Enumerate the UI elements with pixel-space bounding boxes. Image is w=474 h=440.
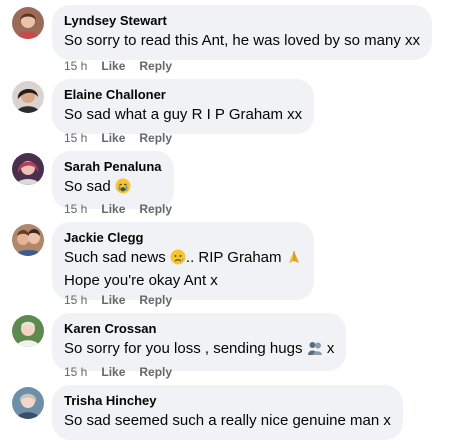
comment-bubble: Elaine Challoner So sad what a guy R I P… bbox=[52, 79, 315, 134]
like-button[interactable]: Like bbox=[101, 292, 125, 308]
reply-button[interactable]: Reply bbox=[139, 58, 172, 74]
comment-actions: 15 h Like Reply bbox=[64, 130, 172, 146]
sad-face-emoji bbox=[170, 249, 186, 271]
comment-text: So sorry for you loss , sending hugs x bbox=[64, 339, 334, 362]
comment-author[interactable]: Trisha Hinchey bbox=[64, 393, 391, 409]
folded-hands-emoji bbox=[286, 249, 302, 271]
avatar[interactable] bbox=[12, 81, 44, 113]
comment-author[interactable]: Elaine Challoner bbox=[64, 87, 302, 103]
avatar[interactable] bbox=[12, 387, 44, 419]
comment-text-part: Such sad news bbox=[64, 249, 166, 266]
timestamp[interactable]: 15 h bbox=[64, 58, 87, 74]
like-button[interactable]: Like bbox=[101, 58, 125, 74]
like-button[interactable]: Like bbox=[101, 364, 125, 380]
timestamp[interactable]: 15 h bbox=[64, 130, 87, 146]
comment-bubble: Lyndsey Stewart So sorry to read this An… bbox=[52, 5, 433, 60]
comment-text: So sorry to read this Ant, he was loved … bbox=[64, 32, 421, 49]
comment-actions: 15 h Like Reply bbox=[64, 364, 172, 380]
comment-text: So sad seemed such a really nice genuine… bbox=[64, 412, 391, 429]
comment-author[interactable]: Karen Crossan bbox=[64, 321, 334, 337]
comment-text-part: So sad bbox=[64, 178, 111, 195]
like-button[interactable]: Like bbox=[101, 130, 125, 146]
comment-text: Such sad news .. RIP Graham bbox=[64, 248, 302, 271]
avatar[interactable] bbox=[12, 153, 44, 185]
comment-text-part: So sorry for you loss , sending hugs bbox=[64, 340, 303, 357]
avatar[interactable] bbox=[12, 315, 44, 347]
avatar[interactable] bbox=[12, 7, 44, 39]
comment-actions: 15 h Like Reply bbox=[64, 201, 172, 217]
people-hugging-emoji bbox=[307, 340, 323, 362]
comment-text-part: .. RIP Graham bbox=[185, 249, 282, 266]
timestamp[interactable]: 15 h bbox=[64, 201, 87, 217]
comment-actions: 15 h Like Reply bbox=[64, 292, 172, 308]
comment-text: So sad what a guy R I P Graham xx bbox=[64, 106, 303, 123]
comment-author[interactable]: Sarah Penaluna bbox=[64, 159, 162, 175]
comment-bubble: Jackie Clegg Such sad news .. RIP Graham… bbox=[52, 222, 314, 300]
comment-text: So sad bbox=[64, 177, 162, 200]
reply-button[interactable]: Reply bbox=[139, 364, 172, 380]
comment-author[interactable]: Jackie Clegg bbox=[64, 230, 302, 246]
reply-button[interactable]: Reply bbox=[139, 201, 172, 217]
comment-author[interactable]: Lyndsey Stewart bbox=[64, 13, 420, 29]
comment-bubble: Karen Crossan So sorry for you loss , se… bbox=[52, 313, 347, 371]
comment-actions: 15 h Like Reply bbox=[64, 58, 172, 74]
comment-text-part: x bbox=[326, 340, 335, 357]
timestamp[interactable]: 15 h bbox=[64, 364, 87, 380]
timestamp[interactable]: 15 h bbox=[64, 292, 87, 308]
comment-text-line: Hope you're okay Ant x bbox=[64, 272, 218, 289]
avatar[interactable] bbox=[12, 224, 44, 256]
comment-bubble: Trisha Hinchey So sad seemed such a real… bbox=[52, 385, 403, 440]
like-button[interactable]: Like bbox=[101, 201, 125, 217]
reply-button[interactable]: Reply bbox=[139, 130, 172, 146]
reply-button[interactable]: Reply bbox=[139, 292, 172, 308]
crying-face-emoji bbox=[115, 178, 131, 200]
